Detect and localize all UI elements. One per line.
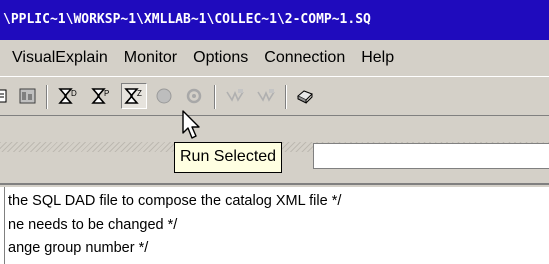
tooltip: Run Selected (174, 142, 283, 173)
editor-line: the SQL DAD file to compose the catalog … (8, 193, 342, 209)
toolbar-separator (46, 85, 48, 109)
svg-text:P: P (104, 89, 109, 98)
database-button[interactable] (15, 83, 41, 109)
explain-icon (226, 89, 244, 102)
explain-selected-icon (257, 89, 275, 102)
window-title-bar[interactable]: \PPLIC~1\WORKSP~1\XMLLAB~1\COLLEC~1\2-CO… (0, 0, 549, 40)
editor-line: ange group number */ (8, 240, 149, 256)
menu-help[interactable]: Help (353, 49, 402, 67)
menu-visualexplain[interactable]: VisualExplain (0, 49, 116, 67)
run-selected-icon: Z (124, 88, 142, 104)
menu-monitor[interactable]: Monitor (116, 49, 185, 67)
statement-field[interactable] (313, 143, 549, 169)
print-icon (297, 90, 313, 104)
run-selected-button[interactable]: Z (121, 83, 147, 109)
svg-text:D: D (71, 89, 77, 98)
run-step-button[interactable]: P (88, 83, 114, 109)
editor-line: ne needs to be changed */ (8, 217, 178, 233)
run-all-icon: D (58, 88, 77, 104)
menu-options[interactable]: Options (185, 49, 256, 67)
svg-text:Z: Z (137, 89, 142, 98)
application-window: \PPLIC~1\WORKSP~1\XMLLAB~1\COLLEC~1\2-CO… (0, 0, 549, 264)
cancel-icon (186, 88, 202, 104)
menu-bar: VisualExplain Monitor Options Connection… (0, 40, 549, 76)
menu-connection[interactable]: Connection (256, 49, 353, 67)
toolbar: D P Z (0, 76, 549, 116)
stop-record-button[interactable] (151, 83, 177, 109)
toolbar-separator (214, 85, 216, 109)
editor-left-margin (4, 187, 5, 264)
database-icon (19, 88, 36, 104)
explain-selected-button[interactable] (253, 83, 279, 109)
explain-button[interactable] (222, 83, 248, 109)
mouse-pointer-icon (182, 110, 200, 139)
toolbar-separator (285, 85, 287, 109)
run-step-icon: P (91, 88, 109, 104)
run-all-button[interactable]: D (55, 83, 81, 109)
sql-editor[interactable]: the SQL DAD file to compose the catalog … (0, 187, 549, 264)
schema-icon (0, 89, 7, 103)
window-title: \PPLIC~1\WORKSP~1\XMLLAB~1\COLLEC~1\2-CO… (3, 12, 371, 27)
cancel-button[interactable] (181, 83, 207, 109)
stop-record-icon (156, 88, 172, 104)
print-button[interactable] (292, 83, 318, 109)
